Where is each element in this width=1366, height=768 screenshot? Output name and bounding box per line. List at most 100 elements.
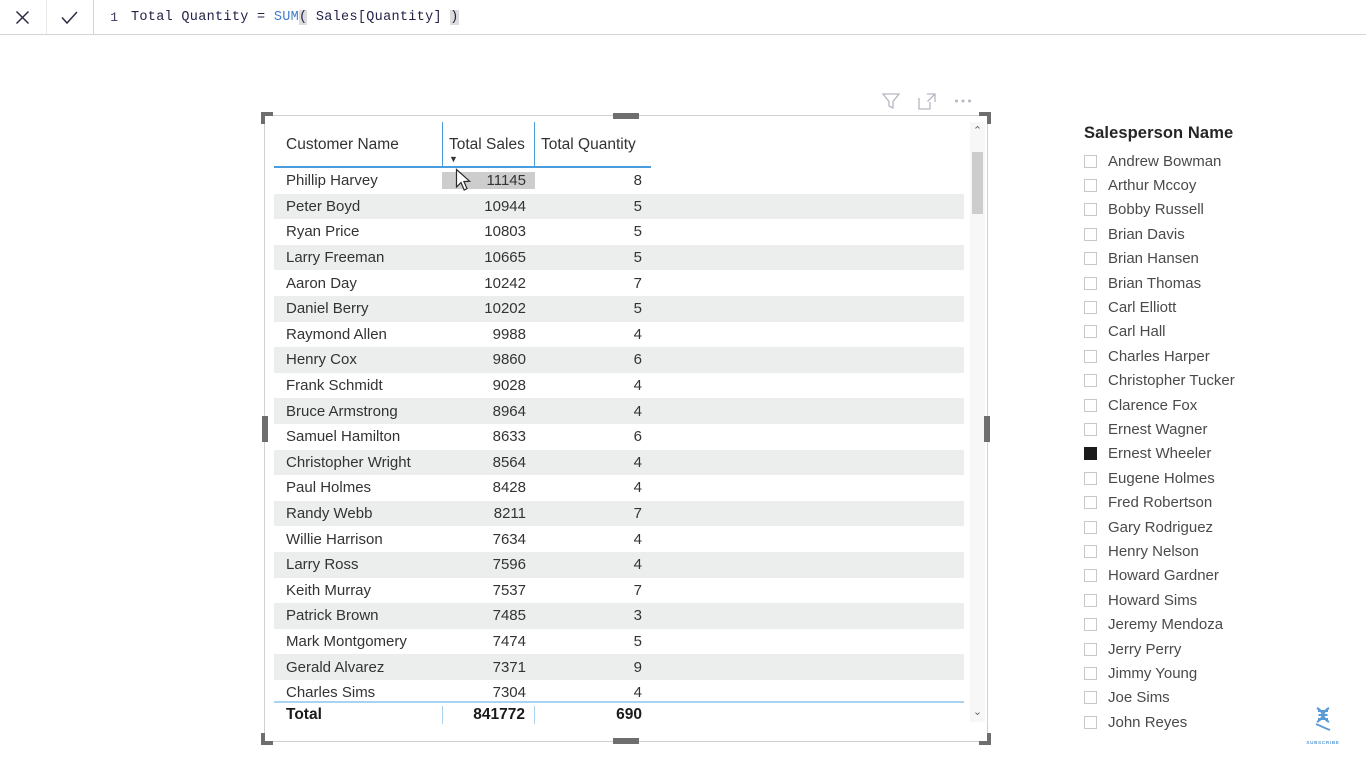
scroll-up-icon[interactable]: ⌃ (973, 122, 982, 141)
cell-total-sales[interactable]: 7371 (442, 659, 535, 676)
cell-total-sales[interactable]: 10665 (442, 249, 535, 266)
cell-total-sales-hovered[interactable]: 11145 (442, 172, 535, 190)
table-row[interactable]: Willie Harrison 7634 4 (274, 526, 964, 552)
slicer-item[interactable]: Clarence Fox (1084, 393, 1354, 417)
table-row[interactable]: Raymond Allen 9988 4 (274, 322, 964, 348)
table-row[interactable]: Patrick Brown 7485 3 (274, 603, 964, 629)
cell-total-sales[interactable]: 7474 (442, 633, 535, 650)
table-vertical-scrollbar[interactable]: ⌃ ⌄ (970, 122, 985, 722)
resize-handle-bottom-right[interactable] (979, 733, 991, 745)
slicer-item[interactable]: Christopher Tucker (1084, 369, 1354, 393)
slicer-item[interactable]: Ernest Wagner (1084, 417, 1354, 441)
slicer-item[interactable]: Jeremy Mendoza (1084, 612, 1354, 636)
table-row[interactable]: Randy Webb 8211 7 (274, 500, 964, 527)
cell-total-sales[interactable]: 9860 (442, 351, 535, 368)
cell-total-sales[interactable]: 9988 (442, 326, 535, 343)
cell-total-sales[interactable]: 7537 (442, 582, 535, 599)
more-options-ellipsis-icon[interactable] (952, 90, 974, 117)
cell-total-sales[interactable]: 10944 (442, 198, 535, 215)
resize-handle-top-right[interactable] (979, 112, 991, 124)
table-row[interactable]: Paul Holmes 8428 4 (274, 475, 964, 501)
slicer-item[interactable]: Charles Harper (1084, 344, 1354, 368)
table-row[interactable]: Henry Cox 9860 6 (274, 347, 964, 373)
slicer-item[interactable]: Howard Sims (1084, 588, 1354, 612)
slicer-item[interactable]: Eugene Holmes (1084, 466, 1354, 490)
cell-total-sales[interactable]: 10202 (442, 300, 535, 317)
resize-handle-right[interactable] (984, 415, 990, 442)
checkbox-unchecked-icon[interactable] (1084, 203, 1097, 217)
table-row[interactable]: Peter Boyd 10944 5 (274, 193, 964, 220)
cell-total-sales[interactable]: 8564 (442, 454, 535, 471)
resize-handle-left[interactable] (262, 415, 268, 442)
table-row[interactable]: Bruce Armstrong 8964 4 (274, 398, 964, 424)
slicer-item[interactable]: Gary Rodriguez (1084, 515, 1354, 539)
checkbox-unchecked-icon[interactable] (1084, 593, 1097, 607)
cell-total-sales[interactable]: 7596 (442, 556, 535, 573)
checkbox-unchecked-icon[interactable] (1084, 154, 1097, 168)
resize-handle-bottom-left[interactable] (261, 733, 273, 745)
checkbox-unchecked-icon[interactable] (1084, 227, 1097, 241)
table-row[interactable]: Gerald Alvarez 7371 9 (274, 654, 964, 680)
slicer-item[interactable]: Carl Hall (1084, 320, 1354, 344)
resize-handle-top-left[interactable] (261, 112, 273, 124)
salesperson-slicer[interactable]: Salesperson Name Andrew Bowman Arthur Mcc… (1084, 124, 1354, 734)
slicer-item[interactable]: Jimmy Young (1084, 661, 1354, 685)
cell-total-sales[interactable]: 8428 (442, 479, 535, 496)
checkbox-unchecked-icon[interactable] (1084, 471, 1097, 485)
checkbox-unchecked-icon[interactable] (1084, 325, 1097, 339)
slicer-item[interactable]: Jerry Perry (1084, 637, 1354, 661)
checkbox-unchecked-icon[interactable] (1084, 349, 1097, 363)
table-row[interactable]: Phillip Harvey 11145 8 (274, 168, 964, 194)
slicer-item[interactable]: Brian Thomas (1084, 271, 1354, 295)
commit-formula-button[interactable] (47, 0, 94, 34)
table-row[interactable]: Ryan Price 10803 5 (274, 219, 964, 245)
cell-total-sales[interactable]: 7634 (442, 531, 535, 548)
checkbox-unchecked-icon[interactable] (1084, 398, 1097, 412)
slicer-item[interactable]: Bobby Russell (1084, 198, 1354, 222)
cell-total-sales[interactable]: 7485 (442, 607, 535, 624)
column-header-customer-name[interactable]: Customer Name (274, 122, 442, 168)
table-row[interactable]: Aaron Day 10242 7 (274, 270, 964, 296)
column-header-total-quantity[interactable]: Total Quantity (535, 122, 651, 168)
table-row[interactable]: Mark Montgomery 7474 5 (274, 629, 964, 655)
filter-funnel-icon[interactable] (880, 90, 902, 117)
scrollbar-thumb[interactable] (972, 152, 983, 214)
focus-mode-icon[interactable] (916, 90, 938, 117)
resize-handle-bottom[interactable] (613, 738, 639, 744)
table-row[interactable]: Christopher Wright 8564 4 (274, 449, 964, 476)
slicer-item[interactable]: Andrew Bowman (1084, 149, 1354, 173)
cancel-formula-button[interactable] (0, 0, 47, 34)
checkbox-unchecked-icon[interactable] (1084, 642, 1097, 656)
cell-total-sales[interactable]: 8633 (442, 428, 535, 445)
slicer-item[interactable]: Brian Hansen (1084, 247, 1354, 271)
table-row[interactable]: Daniel Berry 10202 5 (274, 295, 964, 322)
table-row[interactable]: Keith Murray 7537 7 (274, 578, 964, 604)
slicer-item[interactable]: Henry Nelson (1084, 539, 1354, 563)
checkbox-unchecked-icon[interactable] (1084, 691, 1097, 705)
checkbox-unchecked-icon[interactable] (1084, 496, 1097, 510)
slicer-item[interactable]: Ernest Wheeler (1084, 442, 1354, 466)
checkbox-unchecked-icon[interactable] (1084, 520, 1097, 534)
table-row[interactable]: Frank Schmidt 9028 4 (274, 373, 964, 399)
scroll-down-icon[interactable]: ⌄ (973, 703, 982, 722)
table-row[interactable]: Larry Freeman 10665 5 (274, 244, 964, 271)
sort-descending-icon[interactable]: ▼ (449, 155, 458, 164)
table-visual-container[interactable]: Customer Name Total Sales ▼ Total Quanti… (261, 112, 991, 745)
checkbox-unchecked-icon[interactable] (1084, 179, 1097, 193)
checkbox-unchecked-icon[interactable] (1084, 422, 1097, 436)
cell-total-sales[interactable]: 8964 (442, 403, 535, 420)
table-row[interactable]: Larry Ross 7596 4 (274, 551, 964, 578)
slicer-item[interactable]: Fred Robertson (1084, 490, 1354, 514)
slicer-item[interactable]: Howard Gardner (1084, 564, 1354, 588)
slicer-item[interactable]: Brian Davis (1084, 222, 1354, 246)
checkbox-unchecked-icon[interactable] (1084, 666, 1097, 680)
checkbox-unchecked-icon[interactable] (1084, 374, 1097, 388)
checkbox-unchecked-icon[interactable] (1084, 569, 1097, 583)
formula-input[interactable]: 1 Total Quantity = SUM( Sales[Quantity] … (94, 0, 1366, 35)
checkbox-unchecked-icon[interactable] (1084, 618, 1097, 632)
checkbox-unchecked-icon[interactable] (1084, 715, 1097, 729)
cell-total-sales[interactable]: 10242 (442, 275, 535, 292)
cell-total-sales[interactable]: 9028 (442, 377, 535, 394)
table-row[interactable]: Samuel Hamilton 8633 6 (274, 424, 964, 450)
column-header-total-sales[interactable]: Total Sales ▼ (442, 122, 535, 168)
